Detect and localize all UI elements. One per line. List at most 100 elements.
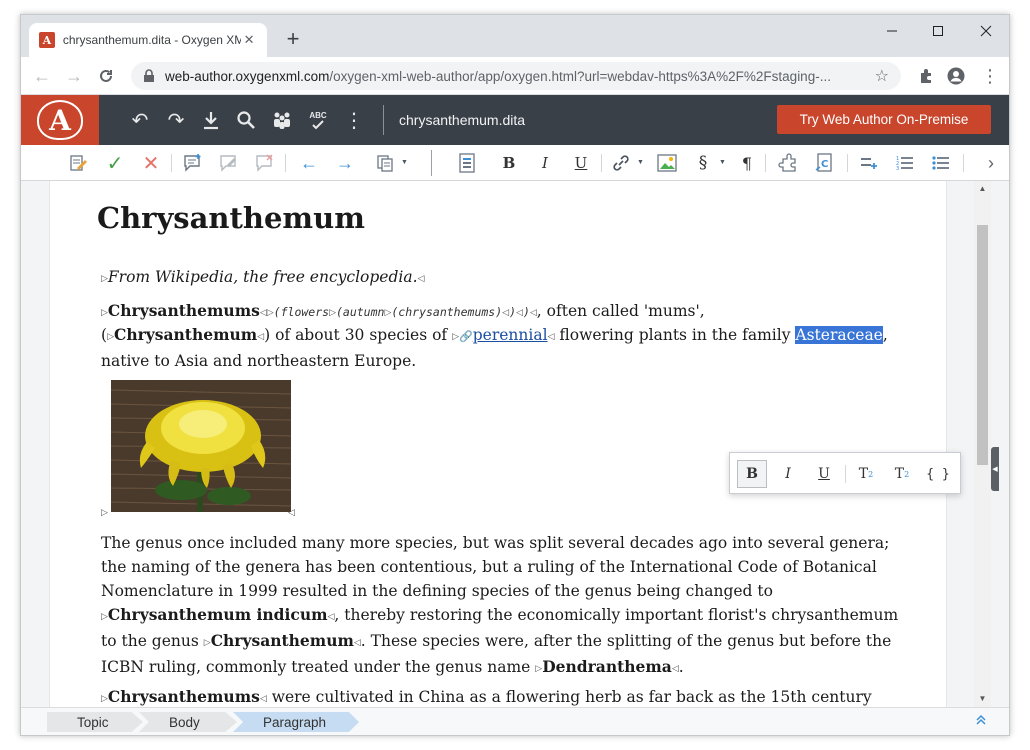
link-chain-icon: 🔗 xyxy=(459,330,473,343)
insert-content-key-icon[interactable]: C xyxy=(813,151,837,175)
insert-element-icon[interactable] xyxy=(455,151,479,175)
redo-icon[interactable]: ↷ xyxy=(163,107,189,133)
reload-icon[interactable] xyxy=(93,63,119,89)
perennial-link[interactable]: perennial xyxy=(473,326,548,344)
tag-start-marker[interactable]: ▷ xyxy=(101,694,108,704)
tag-start-marker[interactable]: ▷ xyxy=(101,508,108,518)
scroll-thumb[interactable] xyxy=(977,225,988,465)
accept-change-icon[interactable]: ✓ xyxy=(103,151,127,175)
search-icon[interactable] xyxy=(233,107,259,133)
toolbar-separator xyxy=(171,154,172,172)
url-input[interactable]: web-author.oxygenxml.com/oxygen-xml-web-… xyxy=(131,62,901,90)
extensions-icon[interactable] xyxy=(913,63,939,89)
section-dropdown-icon[interactable]: ▼ xyxy=(719,159,726,166)
edit-comment-icon[interactable] xyxy=(217,151,241,175)
toolbar-separator xyxy=(285,154,286,172)
popup-bold-button[interactable]: B xyxy=(737,460,767,488)
selected-text[interactable]: Asteraceae xyxy=(795,326,883,344)
tag-end-marker[interactable]: ◁ xyxy=(418,274,425,284)
breadcrumb-paragraph[interactable]: Paragraph xyxy=(233,712,359,732)
bold-button[interactable]: B xyxy=(497,151,521,175)
breadcrumb-topic[interactable]: Topic xyxy=(47,712,143,732)
tag-end-marker[interactable]: ◁ xyxy=(530,308,537,318)
scroll-down-icon[interactable]: ▼ xyxy=(974,691,991,707)
tag-start-marker[interactable]: ▷ xyxy=(101,308,108,318)
reject-change-icon[interactable]: ✕ xyxy=(139,151,163,175)
oxygen-favicon-icon: A xyxy=(39,32,55,48)
download-icon[interactable] xyxy=(198,107,224,133)
window-close-icon[interactable] xyxy=(963,15,1009,47)
scroll-up-icon[interactable]: ▲ xyxy=(974,181,991,197)
oxygen-logo[interactable]: A xyxy=(21,95,99,145)
paragraph-1-line-1: ▷Chrysanthemums◁▷(flowers▷(autumn▷(chrys… xyxy=(101,301,705,320)
popup-subscript-button[interactable]: T2 xyxy=(851,460,881,488)
browser-tab[interactable]: A chrysanthemum.dita - Oxygen XML Web Au… xyxy=(29,23,267,57)
tab-close-icon[interactable]: ✕ xyxy=(241,32,257,48)
link-icon[interactable] xyxy=(609,151,633,175)
document-name: chrysanthemum.dita xyxy=(399,112,526,128)
unordered-list-icon[interactable] xyxy=(929,151,953,175)
try-on-premise-button[interactable]: Try Web Author On-Premise xyxy=(777,105,991,134)
forward-icon[interactable]: → xyxy=(61,63,87,89)
insert-list-item-icon[interactable] xyxy=(857,151,881,175)
popup-superscript-button[interactable]: T2 xyxy=(887,460,917,488)
spell-check-icon[interactable]: ABC xyxy=(305,107,331,133)
tag-start-marker[interactable]: ▷ xyxy=(452,332,459,342)
back-icon[interactable]: ← xyxy=(29,63,55,89)
minimize-icon[interactable] xyxy=(869,15,915,47)
tag-end-marker[interactable]: ◁ xyxy=(548,332,555,342)
toolbar-separator xyxy=(431,150,432,176)
popup-code-button[interactable]: { } xyxy=(923,460,953,488)
breadcrumb: Topic Body Paragraph xyxy=(21,707,1009,735)
next-change-icon[interactable]: → xyxy=(333,151,357,175)
tag-end-marker[interactable]: ◁ xyxy=(354,638,361,648)
tag-end-marker[interactable]: ◁ xyxy=(516,308,523,318)
tag-end-marker[interactable]: ◁ xyxy=(288,508,295,518)
paragraph-2: The genus once included many more specie… xyxy=(101,534,899,676)
paste-special-icon[interactable] xyxy=(373,151,397,175)
side-panel-toggle-icon[interactable]: ◀ xyxy=(991,447,999,491)
insert-conref-icon[interactable] xyxy=(777,151,801,175)
editor-area: Chrysanthemum ▷From Wikipedia, the free … xyxy=(21,181,1009,707)
new-tab-button[interactable]: + xyxy=(281,27,305,51)
tag-start-marker[interactable]: ▷ xyxy=(204,638,211,648)
bookmark-star-icon[interactable]: ☆ xyxy=(875,66,889,86)
add-comment-icon[interactable] xyxy=(181,151,205,175)
popup-italic-button[interactable]: I xyxy=(773,460,803,488)
svg-text:C: C xyxy=(821,159,828,170)
maximize-icon[interactable] xyxy=(915,15,961,47)
popup-underline-button[interactable]: U xyxy=(809,460,839,488)
collaboration-icon[interactable] xyxy=(269,107,295,133)
toolbar-separator xyxy=(601,154,602,172)
section-icon[interactable]: § xyxy=(691,151,715,175)
expand-panel-icon[interactable] xyxy=(975,714,987,729)
previous-change-icon[interactable]: ← xyxy=(297,151,321,175)
track-changes-icon[interactable] xyxy=(67,151,91,175)
browser-menu-icon[interactable]: ⋮ xyxy=(977,63,1003,89)
underline-button[interactable]: U xyxy=(569,151,593,175)
tag-end-marker[interactable]: ◁ xyxy=(260,694,267,704)
breadcrumb-body[interactable]: Body xyxy=(139,712,237,732)
ordered-list-icon[interactable]: 123 xyxy=(893,151,917,175)
paragraph-icon[interactable]: ¶ xyxy=(735,151,759,175)
paragraph-1-line-2: (▷Chrysanthemum◁) of about 30 species of… xyxy=(101,325,888,370)
tag-start-marker[interactable]: ▷ xyxy=(101,274,108,284)
remove-comment-icon[interactable] xyxy=(253,151,277,175)
toolbar-separator xyxy=(765,154,766,172)
vertical-scrollbar[interactable]: ▲ ▼ xyxy=(974,181,991,707)
tag-start-marker[interactable]: ▷ xyxy=(329,308,336,318)
insert-image-icon[interactable] xyxy=(655,151,679,175)
undo-icon[interactable]: ↶ xyxy=(127,107,153,133)
italic-button[interactable]: I xyxy=(533,151,557,175)
tag-end-marker[interactable]: ◁ xyxy=(672,664,679,674)
more-actions-icon[interactable]: ⋮ xyxy=(341,107,367,133)
tag-start-marker[interactable]: ▷ xyxy=(267,308,274,318)
paste-dropdown-icon[interactable]: ▼ xyxy=(401,159,408,166)
profile-icon[interactable] xyxy=(943,63,969,89)
link-dropdown-icon[interactable]: ▼ xyxy=(637,159,644,166)
toolbar-more-chevron-icon[interactable]: › xyxy=(979,151,1003,175)
chrysanthemum-image[interactable] xyxy=(111,380,291,512)
tag-start-marker[interactable]: ▷ xyxy=(107,332,114,342)
tag-end-marker[interactable]: ◁ xyxy=(260,308,267,318)
tag-start-marker[interactable]: ▷ xyxy=(101,612,108,622)
